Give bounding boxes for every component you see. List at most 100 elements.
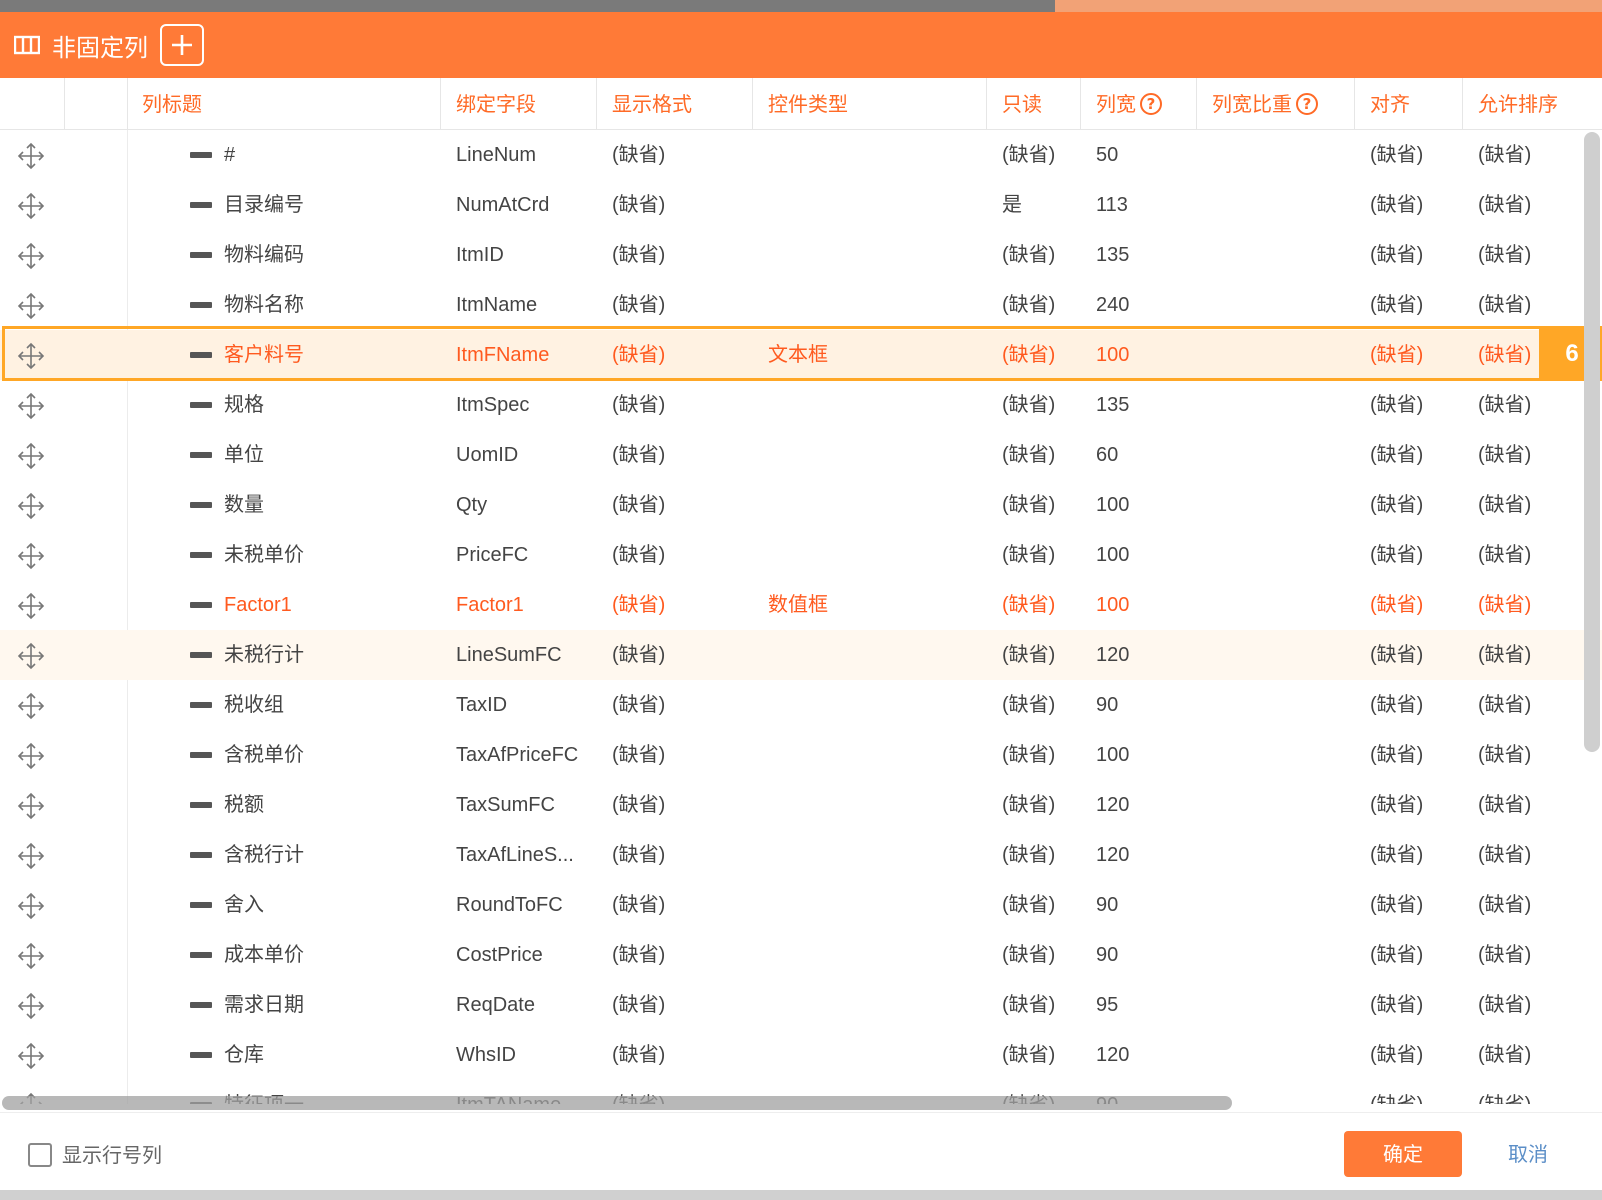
cell-width[interactable]: 90 [1096,680,1118,730]
cell-align[interactable]: (缺省) [1370,130,1423,180]
drag-handle-icon[interactable] [16,391,46,421]
cell-align[interactable]: (缺省) [1370,430,1423,480]
cell-sort[interactable]: (缺省) [1478,230,1531,280]
cell-sort[interactable]: (缺省) [1478,330,1531,380]
header-title[interactable]: 列标题 [142,78,202,130]
cell-align[interactable]: (缺省) [1370,1080,1423,1104]
help-icon[interactable]: ? [1296,92,1318,115]
cell-width[interactable]: 120 [1096,830,1129,880]
drag-handle-icon[interactable] [16,141,46,171]
cell-width[interactable]: 240 [1096,280,1129,330]
cell-format[interactable]: (缺省) [612,530,665,580]
cell-align[interactable]: (缺省) [1370,380,1423,430]
cell-width[interactable]: 113 [1096,180,1128,230]
table-row[interactable]: # LineNum (缺省) (缺省) 50 (缺省) (缺省) [0,130,1602,180]
show-row-number-checkbox[interactable] [28,1143,52,1167]
cell-align[interactable]: (缺省) [1370,630,1423,680]
cell-width[interactable]: 100 [1096,330,1129,380]
cell-format[interactable]: (缺省) [612,280,665,330]
table-row[interactable]: 含税单价 TaxAfPriceFC (缺省) (缺省) 100 (缺省) (缺省… [0,730,1602,780]
cell-sort[interactable]: (缺省) [1478,480,1531,530]
cell-readonly[interactable]: (缺省) [1002,580,1055,630]
cell-readonly[interactable]: (缺省) [1002,980,1055,1030]
cell-sort[interactable]: (缺省) [1478,730,1531,780]
drag-handle-icon[interactable] [16,1041,46,1071]
cell-sort[interactable]: (缺省) [1478,180,1531,230]
cell-control[interactable]: 数值框 [768,580,828,630]
cell-sort[interactable]: (缺省) [1478,1080,1531,1104]
cell-format[interactable]: (缺省) [612,480,665,530]
cell-readonly[interactable]: (缺省) [1002,380,1055,430]
cell-format[interactable]: (缺省) [612,980,665,1030]
drag-handle-icon[interactable] [16,441,46,471]
cell-width[interactable]: 100 [1096,530,1129,580]
table-row[interactable]: 未税单价 PriceFC (缺省) (缺省) 100 (缺省) (缺省) [0,530,1602,580]
cell-sort[interactable]: (缺省) [1478,630,1531,680]
drag-handle-icon[interactable] [16,341,46,371]
help-icon[interactable]: ? [1140,92,1162,115]
cell-align[interactable]: (缺省) [1370,230,1423,280]
table-row[interactable]: 成本单价 CostPrice (缺省) (缺省) 90 (缺省) (缺省) [0,930,1602,980]
drag-handle-icon[interactable] [16,191,46,221]
cell-control[interactable]: 文本框 [768,330,828,380]
table-row[interactable]: 目录编号 NumAtCrd (缺省) 是 113 (缺省) (缺省) [0,180,1602,230]
cell-align[interactable]: (缺省) [1370,1030,1423,1080]
cell-width[interactable]: 100 [1096,480,1129,530]
cell-sort[interactable]: (缺省) [1478,780,1531,830]
header-align[interactable]: 对齐 [1370,78,1410,130]
table-row[interactable]: 仓库 WhsID (缺省) (缺省) 120 (缺省) (缺省) [0,1030,1602,1080]
cell-align[interactable]: (缺省) [1370,680,1423,730]
show-row-number-label[interactable]: 显示行号列 [62,1139,162,1168]
cell-align[interactable]: (缺省) [1370,830,1423,880]
cell-sort[interactable]: (缺省) [1478,280,1531,330]
cell-sort[interactable]: (缺省) [1478,1030,1531,1080]
cell-readonly[interactable]: (缺省) [1002,730,1055,780]
cell-width[interactable]: 100 [1096,730,1129,780]
cell-readonly[interactable]: (缺省) [1002,880,1055,930]
cell-align[interactable]: (缺省) [1370,530,1423,580]
drag-handle-icon[interactable] [16,941,46,971]
drag-handle-icon[interactable] [16,741,46,771]
horizontal-scrollbar[interactable] [2,1096,1232,1110]
table-row[interactable]: 客户料号 ItmFName (缺省) 文本框 (缺省) 100 (缺省) (缺省… [0,330,1602,380]
cell-align[interactable]: (缺省) [1370,780,1423,830]
cell-readonly[interactable]: (缺省) [1002,280,1055,330]
cell-sort[interactable]: (缺省) [1478,380,1531,430]
cell-sort[interactable]: (缺省) [1478,980,1531,1030]
cell-readonly[interactable]: (缺省) [1002,480,1055,530]
cell-format[interactable]: (缺省) [612,680,665,730]
add-column-button[interactable] [160,24,204,66]
cell-readonly[interactable]: (缺省) [1002,330,1055,380]
cell-format[interactable]: (缺省) [612,880,665,930]
header-weight[interactable]: 列宽比重? [1212,78,1318,130]
drag-handle-icon[interactable] [16,891,46,921]
cell-width[interactable]: 50 [1096,130,1118,180]
cell-format[interactable]: (缺省) [612,730,665,780]
cell-width[interactable]: 95 [1096,980,1118,1030]
cell-sort[interactable]: (缺省) [1478,880,1531,930]
cell-width[interactable]: 135 [1096,230,1129,280]
cell-align[interactable]: (缺省) [1370,280,1423,330]
cell-align[interactable]: (缺省) [1370,980,1423,1030]
cell-format[interactable]: (缺省) [612,1030,665,1080]
cell-width[interactable]: 135 [1096,380,1129,430]
cell-readonly[interactable]: (缺省) [1002,430,1055,480]
cell-format[interactable]: (缺省) [612,380,665,430]
table-row[interactable]: 税额 TaxSumFC (缺省) (缺省) 120 (缺省) (缺省) [0,780,1602,830]
cell-readonly[interactable]: (缺省) [1002,230,1055,280]
table-row[interactable]: 物料名称 ItmName (缺省) (缺省) 240 (缺省) (缺省) [0,280,1602,330]
cell-readonly[interactable]: (缺省) [1002,530,1055,580]
cell-width[interactable]: 90 [1096,930,1118,980]
header-width[interactable]: 列宽? [1096,78,1162,130]
cell-format[interactable]: (缺省) [612,130,665,180]
table-row[interactable]: 未税行计 LineSumFC (缺省) (缺省) 120 (缺省) (缺省) [0,630,1602,680]
vertical-scrollbar[interactable] [1584,132,1600,752]
drag-handle-icon[interactable] [16,541,46,571]
cell-readonly[interactable]: (缺省) [1002,930,1055,980]
cell-align[interactable]: (缺省) [1370,480,1423,530]
header-sort[interactable]: 允许排序 [1478,78,1558,130]
cell-format[interactable]: (缺省) [612,230,665,280]
drag-handle-icon[interactable] [16,841,46,871]
cell-format[interactable]: (缺省) [612,430,665,480]
cell-readonly[interactable]: (缺省) [1002,830,1055,880]
